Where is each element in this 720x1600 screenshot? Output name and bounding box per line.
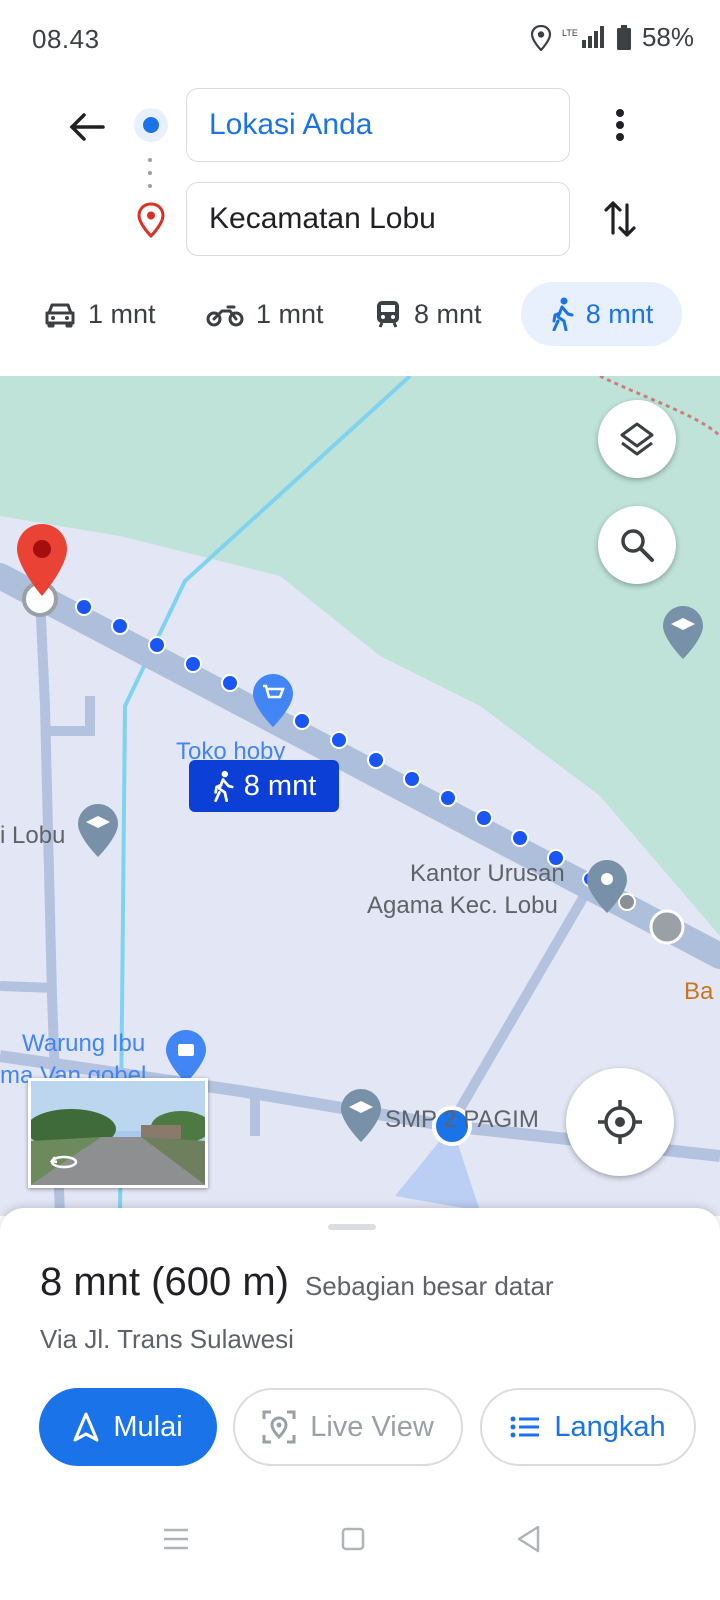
- walking-eta-bubble[interactable]: 8 mnt: [189, 760, 339, 812]
- tab-walk[interactable]: 8 mnt: [521, 282, 682, 346]
- layers-button[interactable]: [598, 400, 676, 478]
- recents-button[interactable]: [146, 1514, 206, 1564]
- poi-label-lobu[interactable]: i Lobu: [0, 822, 65, 850]
- map-search-button[interactable]: [598, 506, 676, 584]
- home-square-icon: [341, 1527, 365, 1551]
- list-icon: [510, 1416, 540, 1438]
- navigation-arrow-icon: [73, 1412, 99, 1442]
- eta-bubble-label: 8 mnt: [243, 769, 317, 802]
- home-button[interactable]: [323, 1514, 383, 1564]
- crosshair-icon: [598, 1100, 642, 1144]
- status-time: 08.43: [32, 24, 100, 54]
- route-connector: [148, 158, 152, 188]
- travel-mode-tabs: 1 mnt 1 mnt 8 mnt 8 mnt: [26, 282, 696, 346]
- swap-vert-icon: [604, 201, 636, 237]
- route-summary: 8 mnt (600 m) Sebagian besar datar: [40, 1260, 554, 1305]
- search-icon: [621, 529, 654, 562]
- system-nav-bar: [0, 1500, 720, 1600]
- poi-label-kantor-2[interactable]: Agama Kec. Lobu: [367, 892, 558, 920]
- destination-input[interactable]: Kecamatan Lobu: [186, 182, 570, 256]
- my-location-button[interactable]: [566, 1068, 674, 1176]
- route-duration: 8 mnt (600 m): [40, 1260, 289, 1304]
- poi-label-warung-1[interactable]: Warung Ibu: [22, 1030, 145, 1058]
- live-view-button[interactable]: Live View: [233, 1388, 463, 1466]
- swap-button[interactable]: [598, 194, 642, 244]
- poi-label-ba[interactable]: Ba: [684, 978, 713, 1006]
- tab-drive[interactable]: 1 mnt: [26, 282, 174, 346]
- more-vert-icon: [616, 109, 624, 141]
- poi-label-kantor-1[interactable]: Kantor Urusan: [410, 860, 565, 888]
- steps-button-label: Langkah: [554, 1410, 666, 1443]
- walk-icon: [552, 297, 574, 331]
- location-status-icon: [530, 24, 552, 51]
- motorcycle-icon: [206, 305, 244, 327]
- route-via: Via Jl. Trans Sulawesi: [40, 1324, 294, 1354]
- steps-button[interactable]: Langkah: [480, 1388, 696, 1466]
- walk-icon: [214, 770, 234, 802]
- layers-icon: [620, 422, 654, 456]
- origin-dot-icon: [134, 108, 168, 142]
- svg-text:LTE: LTE: [562, 28, 578, 38]
- route-terrain: Sebagian besar datar: [304, 1271, 554, 1301]
- start-button-label: Mulai: [113, 1410, 183, 1443]
- back-button[interactable]: [62, 102, 112, 152]
- tab-transit[interactable]: 8 mnt: [356, 282, 500, 346]
- tab-motorcycle-label: 1 mnt: [256, 298, 324, 329]
- map-view[interactable]: Toko hoby i Lobu Kantor Urusan Agama Kec…: [0, 376, 720, 1216]
- street-view-thumbnail[interactable]: [28, 1078, 208, 1188]
- battery-percent: 58%: [641, 22, 694, 52]
- arrow-back-icon: [69, 113, 105, 141]
- menu-lines-icon: [164, 1528, 188, 1550]
- battery-icon: [616, 24, 631, 50]
- tab-transit-label: 8 mnt: [414, 298, 482, 329]
- rotate-360-icon: [49, 1155, 78, 1169]
- tab-walk-label: 8 mnt: [585, 298, 654, 329]
- start-navigation-button[interactable]: Mulai: [39, 1388, 217, 1466]
- tab-motorcycle[interactable]: 1 mnt: [188, 282, 342, 346]
- school-poi-3: [341, 1089, 381, 1142]
- car-icon: [45, 303, 75, 328]
- system-back-button[interactable]: [498, 1514, 558, 1564]
- destination-pin-icon: [136, 202, 166, 239]
- status-icons: LTE 58%: [530, 22, 694, 53]
- live-view-icon: [262, 1410, 296, 1444]
- live-view-label: Live View: [310, 1410, 434, 1443]
- origin-input[interactable]: Lokasi Anda: [186, 88, 570, 162]
- tab-drive-label: 1 mnt: [88, 298, 156, 329]
- poi-label-smp[interactable]: SMP 2 PAGIM: [385, 1106, 539, 1134]
- sheet-drag-handle[interactable]: [328, 1224, 376, 1230]
- transit-icon: [377, 301, 399, 328]
- back-triangle-icon: [517, 1525, 540, 1553]
- signal-icon: LTE: [562, 25, 604, 48]
- school-poi-1: [78, 804, 118, 857]
- more-options-button[interactable]: [598, 100, 642, 150]
